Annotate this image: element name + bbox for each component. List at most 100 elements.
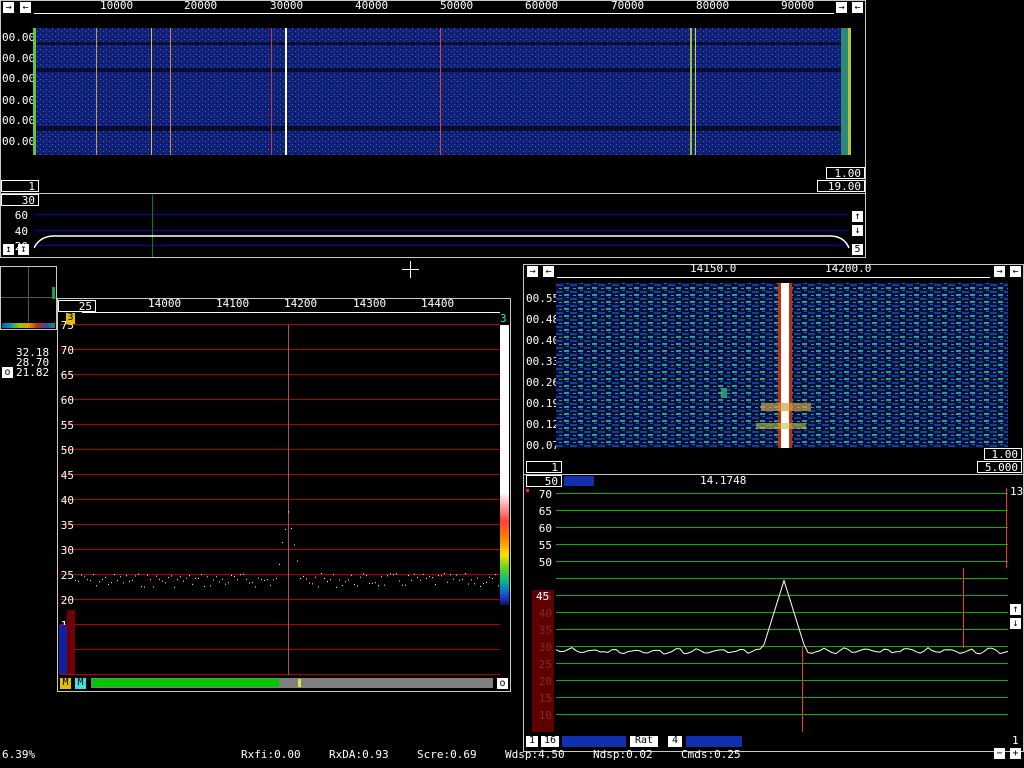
zoom-scroll-down-button[interactable]: ↓ [1010, 618, 1021, 629]
zoom-waterfall-image[interactable] [556, 283, 1008, 448]
trace-point [360, 576, 361, 578]
y-label: 65 [60, 369, 74, 382]
progress-fill [92, 679, 279, 687]
color-scale-bar[interactable] [500, 325, 509, 605]
main-spectrum-corner-box[interactable]: 25 [58, 300, 96, 312]
bottom-control-1[interactable]: 1 [526, 736, 538, 747]
grid-line [60, 649, 500, 650]
trace-point [237, 579, 238, 581]
bottom-control-16[interactable]: 16 [541, 736, 559, 747]
scroll-left-button[interactable]: → [3, 2, 14, 13]
top-left-marker: 3 [66, 312, 75, 324]
trace-point [471, 579, 472, 581]
trace-point [165, 582, 166, 584]
scroll-up-button[interactable]: ↑ [852, 211, 863, 222]
trace-point [312, 583, 313, 585]
scroll-down-button[interactable]: ↓ [852, 225, 863, 236]
trace-point [240, 574, 241, 576]
trace-point [321, 573, 322, 575]
trace-point [135, 575, 136, 577]
trace-point [81, 574, 82, 576]
trace-point [258, 577, 259, 579]
grid-line [60, 449, 500, 450]
trace-point [264, 579, 265, 581]
y-label: 55 [60, 419, 74, 432]
top-spectrum-right-value[interactable]: 5 [852, 244, 863, 255]
zoom-right-marker: 13 [1010, 485, 1024, 498]
overview-color-bar [2, 323, 55, 328]
down-arrow-icon[interactable]: ↧ [18, 244, 29, 255]
zoom-scroll-up-button[interactable]: ↑ [1010, 604, 1021, 615]
scroll-right-button[interactable]: ← [20, 2, 31, 13]
grid-line [60, 624, 500, 625]
y-label: 40 [60, 494, 74, 507]
y-label: 45 [60, 469, 74, 482]
time-label: 00.26 [526, 376, 560, 389]
grid-line [60, 374, 500, 375]
zoom-scroll-right-button[interactable]: ← [543, 266, 554, 277]
m-button-2[interactable]: M [75, 678, 86, 689]
trace-point [96, 585, 97, 587]
bottom-control-rat[interactable]: Rat [630, 736, 658, 747]
trace-point [399, 580, 400, 582]
trace-point [213, 579, 214, 581]
zoom-scroll-right-button-right[interactable]: ← [1010, 266, 1021, 277]
trace-point [429, 576, 430, 578]
trace-point [462, 578, 463, 580]
zoom-scroll-left-button-right[interactable]: → [994, 266, 1005, 277]
trace-point [282, 542, 283, 544]
top-left-box[interactable]: 1 [1, 180, 39, 192]
tick-label: 60000 [525, 0, 559, 12]
top-right-box-1[interactable]: 1.00 [826, 167, 865, 179]
trace-point [474, 583, 475, 585]
status-rxda: RxDA:0.93 [329, 748, 389, 761]
progress-marker [298, 679, 301, 687]
crosshair-cursor-icon-v [410, 261, 411, 278]
scroll-right-button-right[interactable]: ← [852, 2, 863, 13]
trace-point [138, 573, 139, 575]
zoom-spectrum-trace [556, 578, 1008, 655]
zoom-left-box[interactable]: 1 [526, 461, 562, 473]
top-waterfall-image[interactable] [33, 28, 851, 155]
zoom-blue-indicator [564, 476, 594, 486]
trace-point [78, 580, 79, 582]
trace-point [186, 577, 187, 579]
tick-label: 14300 [353, 297, 387, 310]
grid-line [60, 324, 500, 325]
tick-label: 14100 [216, 297, 250, 310]
y-label: 60 [538, 522, 552, 535]
zoom-right-box-1[interactable]: 1.00 [984, 448, 1022, 460]
top-right-marker: 3 [500, 312, 507, 325]
trace-point [318, 586, 319, 588]
trace-point [231, 574, 232, 576]
scroll-left-button-right[interactable]: → [836, 2, 847, 13]
tick-label: 10000 [100, 0, 134, 12]
trace-point [303, 576, 304, 578]
m-button-1[interactable]: M [60, 678, 71, 689]
bottom-control-4[interactable]: 4 [668, 736, 682, 747]
trace-point [294, 544, 295, 546]
y-label: 70 [538, 488, 552, 501]
zoom-scroll-left-button[interactable]: → [527, 266, 538, 277]
trace-point [84, 576, 85, 578]
main-o-button[interactable]: o [497, 678, 508, 689]
up-arrow-icon[interactable]: ↥ [3, 244, 14, 255]
zoom-right-box-2[interactable]: 5.000 [977, 461, 1022, 473]
minus-button[interactable]: − [994, 748, 1005, 759]
time-label: 00.40 [526, 334, 560, 347]
trace-point [246, 578, 247, 580]
small-o-button[interactable]: o [2, 367, 13, 378]
plus-button[interactable]: + [1010, 748, 1021, 759]
zoom-freq-readout: 14.1748 [700, 474, 747, 487]
trace-point [267, 579, 268, 581]
grid-line [556, 697, 1008, 698]
tick-label: 90000 [781, 0, 815, 12]
trace-point [249, 582, 250, 584]
top-spectrum-corner-box[interactable]: 30 [1, 194, 39, 206]
top-right-box-2[interactable]: 19.00 [817, 180, 865, 192]
trace-point [189, 575, 190, 577]
trace-point [177, 579, 178, 581]
trace-point [108, 583, 109, 585]
trace-point [222, 578, 223, 580]
trace-point [489, 576, 490, 578]
